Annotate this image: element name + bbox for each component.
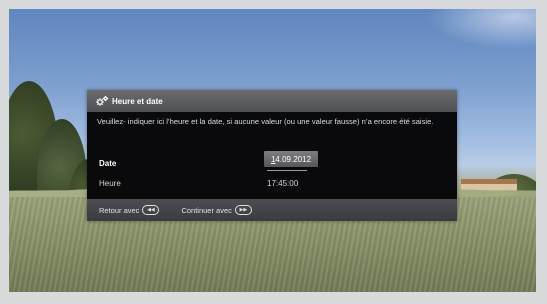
continue-label: Continuer avec <box>181 205 232 215</box>
dialog-footer: Retour avec ◀◀ Continuer avec ▶▶ <box>87 199 457 221</box>
tv-frame: Heure et date Veuillez- indiquer ici l’h… <box>0 0 547 304</box>
rewind-icon: ◀◀ <box>142 205 160 215</box>
dialog-title: Heure et date <box>112 96 163 106</box>
time-field[interactable]: 17:45:00 <box>267 179 298 188</box>
back-button[interactable]: Retour avec ◀◀ <box>99 205 160 215</box>
back-label: Retour avec <box>99 205 140 215</box>
date-field[interactable]: 1 4.09.2012 <box>264 151 318 167</box>
instruction-text: Veuillez- indiquer ici l’heure et la dat… <box>97 117 434 126</box>
dialog-header: Heure et date <box>87 90 457 112</box>
date-value-rest: 4.09.2012 <box>275 154 312 164</box>
date-field-underline <box>267 170 307 171</box>
gear-icon <box>95 95 109 107</box>
dialog-body: Veuillez- indiquer ici l’heure et la dat… <box>87 112 457 199</box>
fast-forward-icon: ▶▶ <box>234 205 252 215</box>
continue-button[interactable]: Continuer avec ▶▶ <box>181 205 252 215</box>
sky-flare <box>426 9 536 49</box>
date-label: Date <box>99 159 117 168</box>
time-date-dialog: Heure et date Veuillez- indiquer ici l’h… <box>87 90 457 221</box>
time-label: Heure <box>99 179 121 188</box>
